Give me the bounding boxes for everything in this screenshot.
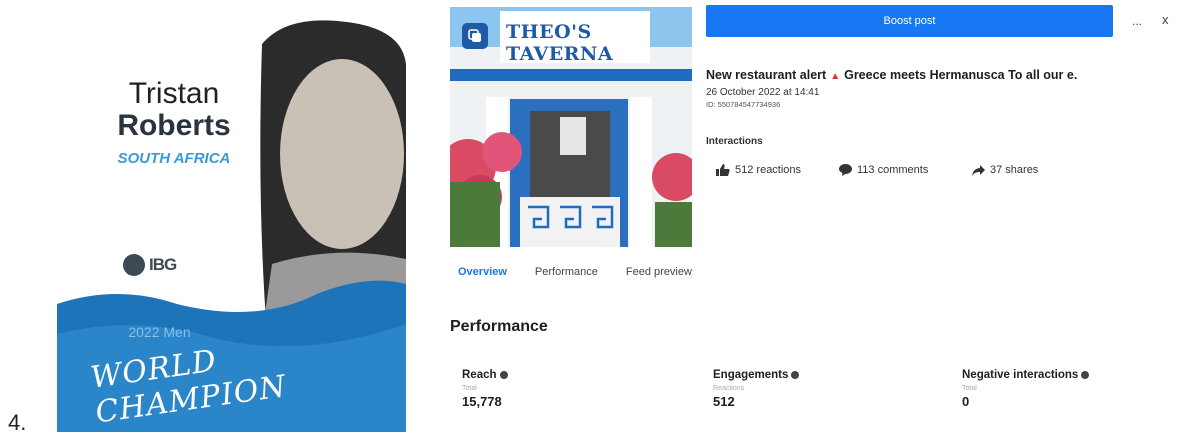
- metric-label: Engagements: [713, 369, 789, 381]
- comments-stat[interactable]: 113 comments: [839, 164, 928, 176]
- metric-value: 15,778: [462, 394, 502, 409]
- metric-label: Negative interactions: [962, 369, 1079, 381]
- tab-performance[interactable]: Performance: [535, 266, 598, 278]
- performance-heading: Performance: [450, 318, 548, 335]
- post-title: New restaurant alert ▲ Greece meets Herman…: [706, 68, 1077, 82]
- ibg-logo-text: IBG: [149, 255, 177, 274]
- info-icon[interactable]: [499, 371, 508, 379]
- athlete-country: SOUTH AFRICA: [117, 150, 231, 167]
- page-number: 4.: [8, 410, 27, 435]
- metric-sublabel: Total: [962, 385, 977, 392]
- post-id: ID: 550784547734936: [706, 100, 781, 109]
- info-icon[interactable]: [791, 371, 800, 379]
- metric-sublabel: Reactions: [713, 385, 745, 392]
- post-image[interactable]: THEO'S TAVERNA: [450, 7, 692, 247]
- taverna-sign: THEO'S TAVERNA: [506, 21, 614, 65]
- close-icon[interactable]: x: [1162, 12, 1169, 27]
- comments-count: 113 comments: [857, 164, 929, 176]
- ibg-logo: IBG: [123, 254, 177, 276]
- tab-overview[interactable]: Overview: [458, 266, 507, 278]
- post-date: 26 October 2022 at 14:41: [706, 87, 820, 98]
- athlete-card: Tristan Roberts SOUTH AFRICA IBG 2022 Me…: [57, 4, 406, 432]
- post-title-end: Greece meets Hermanusca To all our e.: [844, 68, 1078, 82]
- reactions-count: 512 reactions: [735, 164, 802, 176]
- athlete-last-name: Roberts: [117, 109, 231, 142]
- shares-stat[interactable]: 37 shares: [972, 164, 1038, 176]
- metric-engagements: Engagements Reactions 512: [713, 369, 800, 409]
- like-icon: [716, 164, 730, 176]
- shares-count: 37 shares: [990, 164, 1039, 176]
- more-options-icon[interactable]: ...: [1132, 14, 1142, 28]
- metric-negative-interactions: Negative interactions Total 0: [962, 369, 1090, 409]
- multi-photo-icon: [462, 23, 488, 49]
- interactions-label: Interactions: [706, 136, 763, 147]
- tab-feed-preview[interactable]: Feed preview: [626, 266, 692, 278]
- post-tabs: Overview Performance Feed preview: [458, 266, 692, 278]
- metric-sublabel: Total: [462, 385, 477, 392]
- ibg-logo-icon: [123, 254, 145, 276]
- alert-icon: ▲: [830, 71, 841, 82]
- share-icon: [972, 164, 985, 176]
- post-title-start: New restaurant alert: [706, 68, 827, 82]
- metric-value: 512: [713, 394, 735, 409]
- athlete-first-name: Tristan: [128, 77, 220, 110]
- comment-icon: [839, 164, 852, 176]
- metric-value: 0: [962, 394, 970, 409]
- metric-label: Reach: [462, 369, 497, 381]
- metric-reach: Reach Total 15,778: [462, 369, 508, 409]
- boost-post-button[interactable]: Boost post: [706, 5, 1113, 37]
- champion-year: 2022 Men: [128, 324, 191, 340]
- reactions-stat[interactable]: 512 reactions: [716, 164, 801, 176]
- info-icon[interactable]: [1081, 371, 1090, 379]
